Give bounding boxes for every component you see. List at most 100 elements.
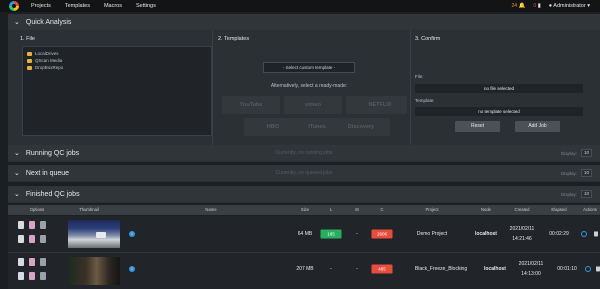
film-icon[interactable] [40, 258, 46, 266]
quick-analysis-panel: ⌄ Quick Analysis 1. File LocalDrives QSc… [8, 14, 600, 151]
chevron-down-icon: ⌄ [14, 19, 20, 26]
nav-projects[interactable]: Projects [31, 3, 51, 9]
nav-templates[interactable]: Templates [65, 3, 90, 9]
col-elapsed[interactable]: Elapsed [551, 207, 566, 212]
confirm-column-title: 3. Confirm [415, 36, 441, 42]
queue-panel: ⌄ Next in queue Currently, no queued job… [8, 165, 600, 182]
col-thumbnail[interactable]: Thumbnail [79, 207, 99, 212]
alert-count[interactable]: 0 ▮ [533, 3, 540, 9]
col-node[interactable]: Node [481, 207, 491, 212]
chevron-down-icon: ⌄ [14, 150, 20, 157]
running-jobs-title: Running QC jobs [25, 149, 80, 157]
col-created[interactable]: Created [515, 207, 530, 212]
folder-item[interactable]: DropBoxRepo [27, 64, 207, 71]
c-badge: 485 [371, 264, 393, 274]
main-nav: Projects Templates Macros Settings [31, 3, 156, 9]
add-job-button[interactable]: Add Job [515, 121, 560, 132]
templates-column-title: 2. Templates [218, 36, 250, 42]
col-actions[interactable]: Actions [583, 207, 597, 212]
report-icon[interactable] [18, 258, 24, 266]
folder-item[interactable]: LocalDrives [27, 50, 207, 57]
player-icon[interactable] [29, 258, 35, 266]
export-icon[interactable] [18, 272, 24, 280]
user-menu[interactable]: ● Administrator ▾ [549, 3, 590, 9]
size-cell: 64 MB [297, 231, 313, 237]
report-icon[interactable] [18, 221, 24, 229]
template-youtube[interactable]: YouTube [222, 96, 280, 114]
template-label: Template: [415, 98, 435, 103]
col-size[interactable]: Size [301, 207, 309, 212]
app-logo-icon[interactable] [9, 1, 19, 11]
count-badge-a: 24 [511, 3, 517, 9]
folder-icon [27, 58, 32, 63]
audio-icon[interactable] [40, 272, 46, 280]
finished-jobs-header[interactable]: ⌄ Finished QC jobs [8, 186, 600, 202]
running-jobs-display: Display: 10 [561, 149, 592, 157]
trash-icon[interactable] [594, 231, 598, 237]
chevron-down-icon: ⌄ [14, 170, 20, 177]
quick-analysis-header[interactable]: ⌄ Quick Analysis [8, 14, 600, 30]
nav-settings[interactable]: Settings [136, 3, 156, 9]
display-label: Display: [560, 191, 577, 197]
project-cell: Demo Project [416, 231, 448, 237]
tag-icon[interactable] [29, 235, 35, 243]
queue-title: Next in queue [25, 169, 70, 177]
notification-count[interactable]: 24 🔔 [511, 3, 525, 9]
template-vimeo[interactable]: vimeo [284, 96, 342, 114]
film-icon[interactable] [40, 221, 46, 229]
video-thumbnail[interactable] [68, 220, 120, 248]
finished-table-header: Options Thumbnail Name Size L M C Projec… [8, 205, 600, 215]
video-thumbnail[interactable] [68, 257, 120, 285]
info-icon[interactable]: i [129, 231, 135, 237]
table-row[interactable]: i 64 MB 185 - 2606 Demo Project localhos… [8, 216, 600, 253]
folder-icon [27, 51, 32, 56]
trash-icon[interactable] [596, 266, 600, 272]
col-c[interactable]: C [380, 207, 383, 212]
audio-icon[interactable] [40, 235, 46, 243]
user-icon: ● [548, 3, 553, 9]
col-name[interactable]: Name [205, 207, 216, 212]
running-jobs-header[interactable]: ⌄ Running QC jobs [8, 145, 600, 161]
folder-item[interactable]: QScan Media [27, 57, 207, 64]
quick-analysis-title: Quick Analysis [25, 18, 72, 26]
folder-icon [27, 65, 32, 70]
running-jobs-panel: ⌄ Running QC jobs Currently, no running … [8, 145, 600, 162]
player-icon[interactable] [29, 221, 35, 229]
m-cell: - [356, 231, 358, 237]
rerun-icon[interactable] [585, 266, 591, 272]
nav-macros[interactable]: Macros [104, 3, 122, 9]
queue-header[interactable]: ⌄ Next in queue [8, 165, 600, 181]
selected-template-field: no template selected [415, 107, 583, 116]
created-time: 14:21:46 [512, 236, 532, 242]
reset-button[interactable]: Reset [455, 121, 500, 132]
selected-file-field: no file selected [415, 84, 583, 93]
file-label: File: [415, 74, 424, 79]
top-right-area: 24 🔔 0 ▮ ● Administrator ▾ [511, 0, 590, 12]
l-cell: - [330, 266, 332, 272]
finished-jobs-title: Finished QC jobs [25, 190, 80, 198]
node-cell: localhost [475, 231, 497, 237]
export-icon[interactable] [18, 235, 24, 243]
col-project[interactable]: Project [425, 207, 438, 212]
info-icon[interactable]: i [129, 266, 135, 272]
bell-icon: 🔔 [518, 3, 526, 9]
created-time: 14:13:00 [521, 271, 541, 277]
file-column-title: 1. File [20, 36, 35, 42]
template-discovery[interactable]: Discovery [332, 118, 390, 136]
folder-label: QScan Media [35, 58, 63, 63]
tag-icon[interactable] [29, 272, 35, 280]
template-alt-text: Alternatively, select a ready-made: [270, 83, 348, 89]
file-browser[interactable]: LocalDrives QScan Media DropBoxRepo [22, 46, 212, 136]
table-row[interactable]: i 207 MB - - 485 Black_Freeze_Blocking l… [8, 253, 600, 289]
col-options[interactable]: Options [30, 207, 44, 212]
display-select[interactable]: 10 [580, 149, 592, 157]
custom-template-select[interactable]: - Select custom template - [263, 62, 355, 73]
username: Administrator [553, 3, 586, 9]
template-netflix[interactable]: NETFLIX [353, 96, 407, 114]
col-l[interactable]: L [330, 207, 332, 212]
col-m[interactable]: M [355, 207, 359, 212]
display-select[interactable]: 10 [580, 190, 592, 198]
display-select[interactable]: 10 [580, 169, 592, 177]
lock-icon: ▮ [537, 3, 541, 9]
rerun-icon[interactable] [581, 231, 587, 237]
